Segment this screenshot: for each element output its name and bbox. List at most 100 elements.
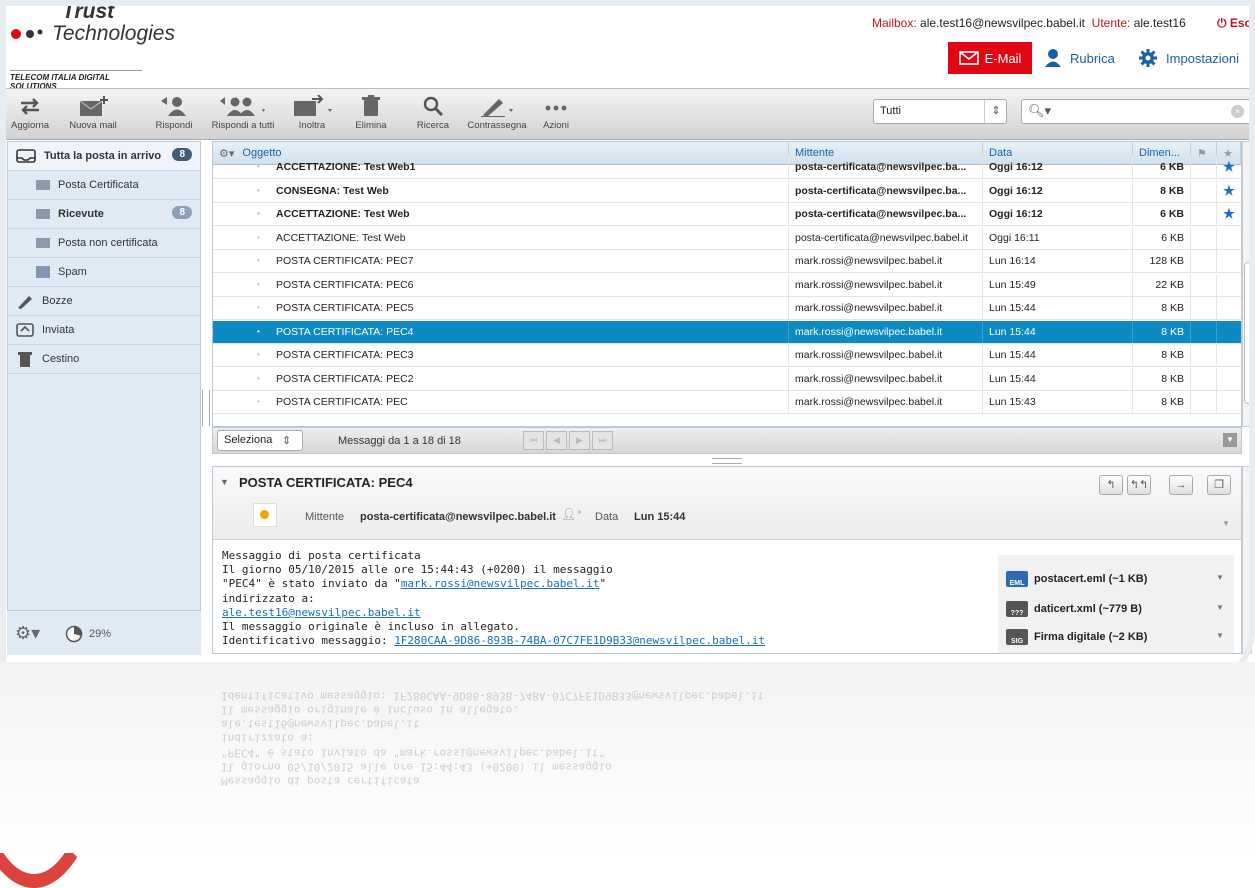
sender-link[interactable]: mark.rossi@newsvilpec.babel.it [401,577,600,590]
row-flag-cell[interactable] [1191,203,1217,225]
pen-icon [481,99,513,117]
table-row[interactable]: • ACCETTAZIONE: Test Web posta-certificata… [213,203,1241,226]
list-scrollbar[interactable] [1242,141,1252,427]
delete-button[interactable]: Elimina [348,93,394,131]
clear-search-icon[interactable]: × [1231,105,1244,118]
preview-subject: POSTA CERTIFICATA: PEC4 [239,475,413,490]
new-mail-button[interactable]: Nuova mail [62,93,124,131]
row-star-icon[interactable] [1217,344,1241,366]
pencil-icon [18,296,32,309]
add-contact-icon[interactable]: 👤︎⁺ [561,507,583,521]
table-row[interactable]: • POSTA CERTIFICATA: PEC4 mark.rossi@newsv… [213,320,1241,344]
attachment-menu-icon[interactable]: ▼ [1216,631,1224,640]
from-address[interactable]: posta-certificata@newsvilpec.babel.it [360,511,556,523]
row-flag-cell[interactable] [1191,273,1217,296]
actions-button[interactable]: Azioni [538,93,574,131]
first-page-icon[interactable]: ⏮ [523,431,544,450]
folder-filter-select[interactable]: Tutti ⇕ [873,99,1007,124]
row-star-icon[interactable] [1217,227,1241,249]
last-page-icon[interactable]: ⏭ [592,431,613,450]
forward-button[interactable]: Inoltra [286,93,338,131]
row-star-icon[interactable] [1217,250,1241,272]
row-flag-cell[interactable] [1191,320,1217,343]
table-row[interactable]: • POSTA CERTIFICATA: PEC6 mark.rossi@newsv… [213,273,1241,297]
row-flag-cell[interactable] [1191,156,1217,178]
collapse-triangle-icon[interactable]: ▼ [220,477,229,487]
trash-icon [362,95,380,116]
table-row[interactable]: • POSTA CERTIFICATA: PEC3 mark.rossi@newsv… [213,344,1241,367]
sidebar-item-ricevute[interactable]: Ricevute 8 [8,200,200,229]
sidebar-item-inbox[interactable]: Tutta la posta in arrivo 8 [8,142,200,171]
attachment-item[interactable]: SIG Firma digitale (~2 KB) [1006,625,1147,649]
search-toolbar-button[interactable]: Ricerca [410,93,456,131]
reply-button[interactable]: Rispondi [144,93,204,131]
row-star-icon[interactable] [1217,321,1241,343]
reply-icon[interactable]: ↰ [1099,475,1123,495]
attachment-name: postacert.eml (~1 KB) [1034,573,1148,585]
table-row[interactable]: • ACCETTAZIONE: Test Web1 posta-certificat… [213,156,1241,179]
nav-email-tab[interactable]: E-Mail [948,42,1032,74]
row-star-icon[interactable]: ★ [1217,180,1241,202]
row-star-icon[interactable]: ★ [1217,156,1241,178]
nav-rubrica-tab[interactable]: Rubrica [1044,42,1115,74]
reply-all-button[interactable]: Rispondi a tutti [207,93,279,131]
forward-icon[interactable]: → [1169,475,1193,495]
next-page-icon[interactable]: ▶ [569,431,590,450]
flag-button[interactable]: Contrassegna [460,93,534,131]
attachment-menu-icon[interactable]: ▼ [1216,573,1224,582]
row-flag-cell[interactable] [1191,344,1217,366]
row-flag-cell[interactable] [1191,391,1217,413]
row-subject: POSTA CERTIFICATA: PEC2 [213,367,789,390]
reply-icon [161,97,186,116]
attachment-menu-icon[interactable]: ▼ [1216,603,1224,612]
quick-search-box[interactable]: 🔍︎▾ × [1021,99,1251,124]
row-flag-cell[interactable] [1191,226,1217,249]
refresh-button[interactable]: Aggiorna [6,93,54,131]
pane-splitter[interactable] [712,458,742,464]
open-window-icon[interactable]: ❐ [1207,475,1231,495]
row-flag-cell[interactable] [1191,297,1217,319]
sidebar-item-bozze[interactable]: Bozze [8,287,200,316]
expand-header-icon[interactable]: ▼ [1222,519,1230,528]
preview-scrollbar[interactable] [1242,466,1252,654]
attachment-item[interactable]: EML postacert.eml (~1 KB) [1006,567,1147,591]
sidebar-item-posta-non-certificata[interactable]: Posta non certificata [8,229,200,258]
sidebar-item-cestino[interactable]: Cestino [8,345,200,374]
sent-icon [16,323,34,337]
sidebar-item-spam[interactable]: Spam [8,258,200,287]
row-star-icon[interactable] [1217,391,1241,413]
nav-impostazioni-label: Impostazioni [1166,50,1239,66]
row-from: posta-certificata@newsvilpec.ba... [789,179,983,202]
logout-link[interactable]: ⏻ Esc [1217,16,1251,31]
row-flag-cell[interactable] [1191,179,1217,202]
select-dropdown[interactable]: Seleziona ⇕ [217,430,303,451]
row-flag-cell[interactable] [1191,367,1217,390]
message-id-link[interactable]: 1F280CAA-9D86-893B-74BA-07C7FE1D9B33@new… [394,634,765,647]
recipient-link[interactable]: ale.test16@newsvilpec.babel.it [222,606,421,619]
row-star-icon[interactable] [1217,368,1241,390]
nav-impostazioni-tab[interactable]: Impostazioni [1138,42,1239,74]
row-date: Lun 15:44 [983,367,1133,390]
row-from: mark.rossi@newsvilpec.babel.it [789,250,983,272]
row-star-icon[interactable]: ★ [1217,203,1241,225]
search-input[interactable] [1056,103,1230,122]
reply-all-icon[interactable]: ↰↰ [1127,475,1151,495]
row-flag-cell[interactable] [1191,250,1217,272]
table-row[interactable]: • POSTA CERTIFICATA: PEC mark.rossi@newsvi… [213,391,1241,414]
table-row[interactable]: • CONSEGNA: Test Web posta-certificata@new… [213,179,1241,203]
row-star-icon[interactable] [1217,274,1241,296]
attachment-item[interactable]: ??? daticert.xml (~779 B) [1006,597,1142,621]
sidebar-item-inviata[interactable]: Inviata [8,316,200,345]
scrollbar-thumb[interactable] [1244,262,1252,404]
table-row[interactable]: • ACCETTAZIONE: Test Web posta-certificata… [213,226,1241,250]
table-row[interactable]: • POSTA CERTIFICATA: PEC2 mark.rossi@newsv… [213,367,1241,391]
sidebar-splitter[interactable] [202,390,210,426]
table-row[interactable]: • POSTA CERTIFICATA: PEC7 mark.rossi@newsv… [213,250,1241,273]
table-row[interactable]: • POSTA CERTIFICATA: PEC5 mark.rossi@newsv… [213,297,1241,320]
select-arrows-icon: ⇕ [984,100,1007,123]
prev-page-icon[interactable]: ◀ [546,431,567,450]
collapse-icon[interactable]: ▼ [1223,433,1237,447]
settings-gear-icon[interactable]: ⚙▾ [15,623,40,644]
row-star-icon[interactable] [1217,297,1241,319]
sidebar-item-posta-certificata[interactable]: Posta Certificata [8,171,200,200]
